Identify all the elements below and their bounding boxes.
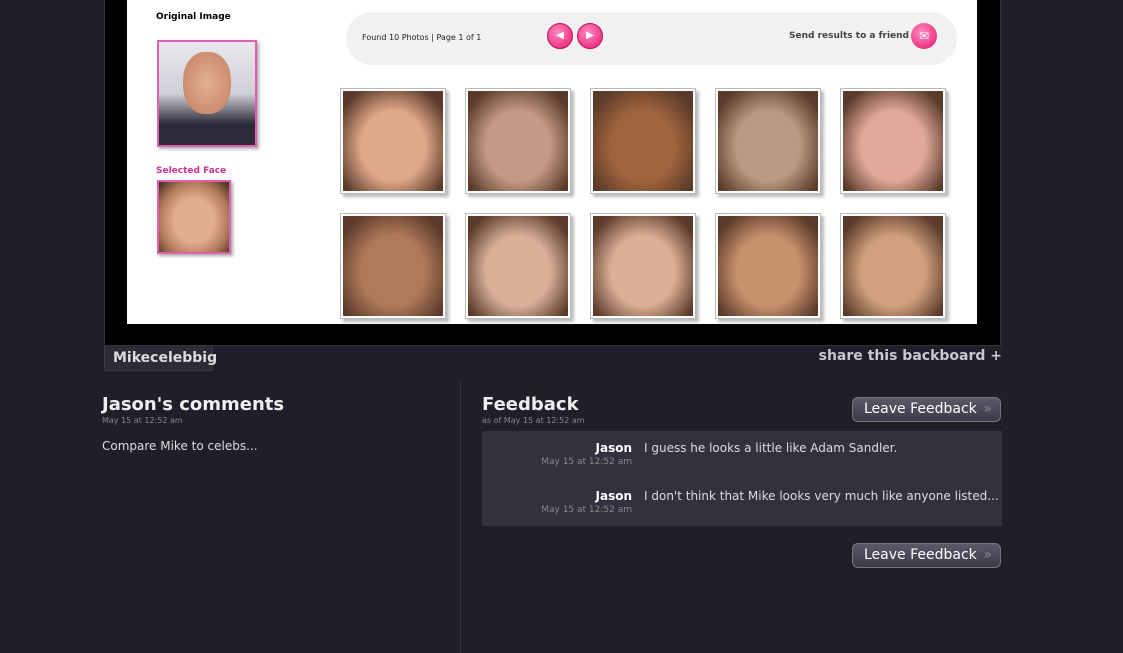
match-thumbnail[interactable] xyxy=(840,88,946,194)
leave-feedback-label: Leave Feedback xyxy=(864,401,977,417)
face-image xyxy=(593,91,693,191)
feedback-item-date: May 15 at 12:52 am xyxy=(541,457,632,467)
match-thumbnail[interactable] xyxy=(340,88,446,194)
comments-text: Compare Mike to celebs... xyxy=(102,439,258,453)
feedback-title: Feedback xyxy=(482,394,579,415)
feedback-text: I don't think that Mike looks very much … xyxy=(644,489,999,503)
results-bar: Found 10 Photos | Page 1 of 1 ◀ ▶ Send r… xyxy=(346,12,957,65)
match-thumbnail[interactable] xyxy=(340,213,446,319)
feedback-author[interactable]: Jason xyxy=(596,441,633,455)
face-image xyxy=(468,216,568,316)
face-image xyxy=(343,91,443,191)
match-thumbnail[interactable] xyxy=(715,213,821,319)
face-image xyxy=(718,216,818,316)
next-page-button[interactable]: ▶ xyxy=(577,23,603,49)
comments-title: Jason's comments xyxy=(102,394,285,415)
selected-face-image[interactable] xyxy=(157,180,231,254)
mail-icon[interactable]: ✉ xyxy=(911,23,937,49)
backboard-frame: Original Image Selected Face Found 10 Ph… xyxy=(104,0,1001,346)
prev-page-button[interactable]: ◀ xyxy=(547,23,573,49)
comments-date: May 15 at 12:52 am xyxy=(102,416,183,425)
match-thumbnail[interactable] xyxy=(590,213,696,319)
face-image xyxy=(718,91,818,191)
leave-feedback-button-bottom[interactable]: Leave Feedback » xyxy=(852,543,1001,568)
share-backboard-link[interactable]: share this backboard + xyxy=(819,348,1002,364)
chevron-right-icon: » xyxy=(983,547,992,563)
feedback-item-date: May 15 at 12:52 am xyxy=(541,505,632,515)
face-match-panel: Original Image Selected Face Found 10 Ph… xyxy=(127,0,977,324)
original-image-label: Original Image xyxy=(156,12,231,22)
face-image xyxy=(343,216,443,316)
leave-feedback-label: Leave Feedback xyxy=(864,547,977,563)
match-thumbnail[interactable] xyxy=(465,213,571,319)
match-thumbnail[interactable] xyxy=(840,213,946,319)
selected-face-label: Selected Face xyxy=(156,166,227,176)
send-to-friend-link[interactable]: Send results to a friend xyxy=(789,31,909,41)
face-image xyxy=(843,91,943,191)
feedback-text: I guess he looks a little like Adam Sand… xyxy=(644,441,898,455)
leave-feedback-button[interactable]: Leave Feedback » xyxy=(852,397,1001,422)
chevron-right-icon: » xyxy=(983,401,992,417)
face-image xyxy=(468,91,568,191)
feedback-author[interactable]: Jason xyxy=(596,489,633,503)
match-thumbnail[interactable] xyxy=(465,88,571,194)
column-divider xyxy=(460,380,461,653)
match-thumbnail[interactable] xyxy=(715,88,821,194)
match-thumbnail[interactable] xyxy=(590,88,696,194)
face-image xyxy=(593,216,693,316)
results-count: Found 10 Photos | Page 1 of 1 xyxy=(362,33,482,42)
original-image[interactable] xyxy=(157,40,257,147)
feedback-date: as of May 15 at 12:52 am xyxy=(482,416,585,425)
feedback-list: Jason May 15 at 12:52 am I guess he look… xyxy=(482,431,1002,526)
face-image xyxy=(843,216,943,316)
backboard-tab[interactable]: Mikecelebbig xyxy=(104,346,217,371)
